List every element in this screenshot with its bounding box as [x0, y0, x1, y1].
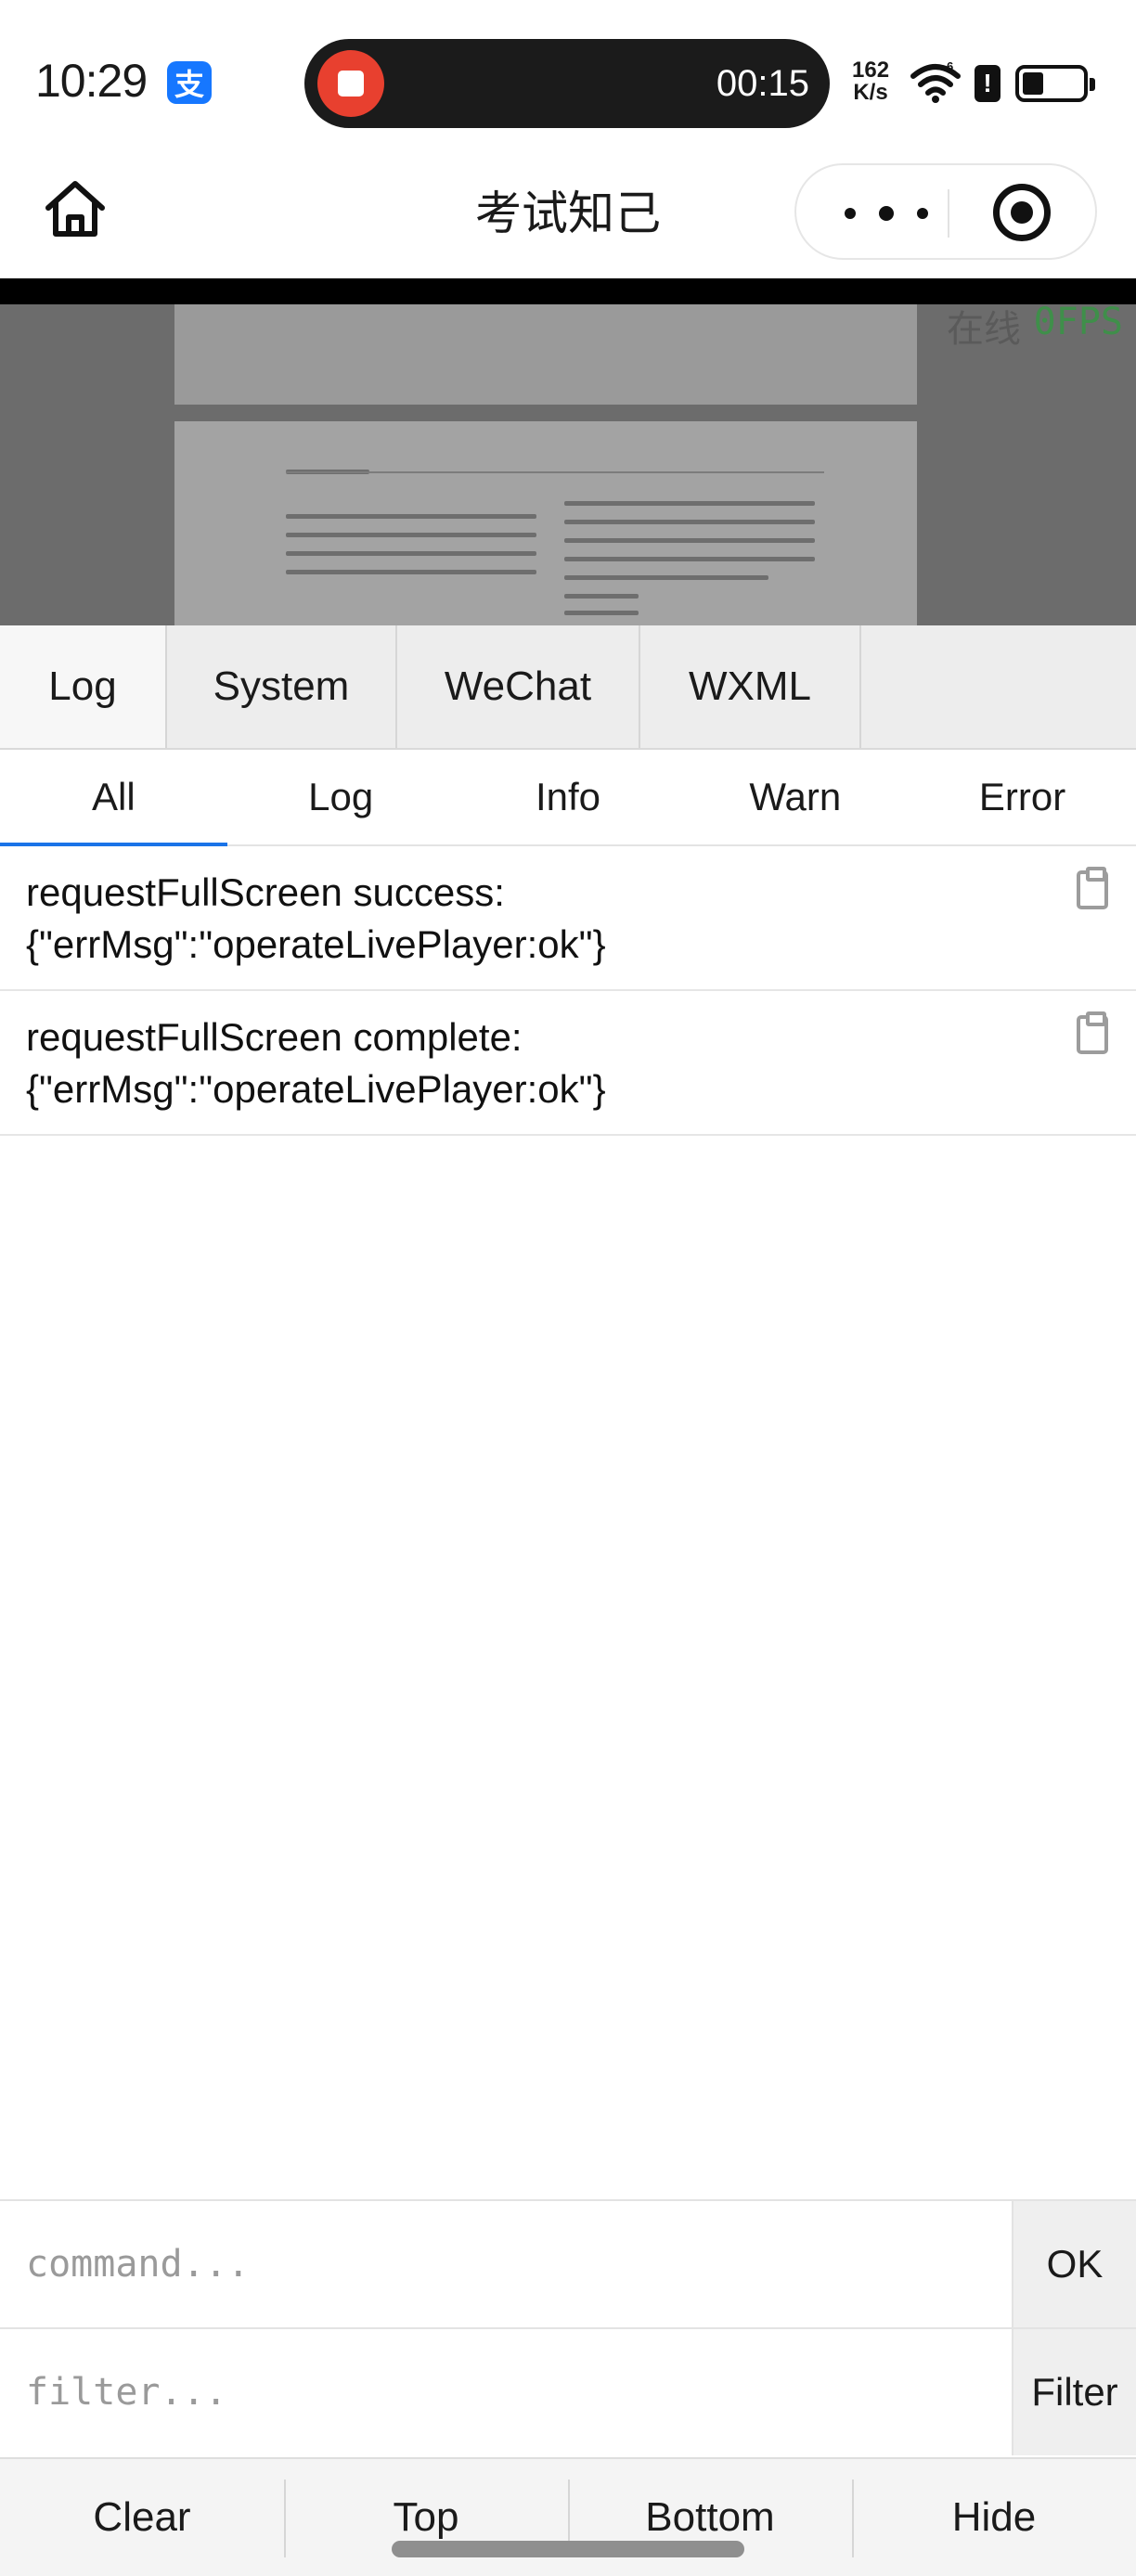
command-row: OK: [0, 2199, 1136, 2327]
filter-button[interactable]: Filter: [1012, 2329, 1136, 2455]
fps-counter: 0FPS: [1033, 304, 1123, 343]
tab-system[interactable]: System: [167, 625, 397, 748]
more-icon[interactable]: [845, 195, 928, 232]
hide-button[interactable]: Hide: [852, 2459, 1136, 2576]
navigation-bar: 考试知己: [0, 158, 1136, 278]
log-list: requestFullScreen success: {"errMsg":"op…: [0, 846, 1136, 1136]
filter-all[interactable]: All: [0, 750, 227, 846]
filter-input[interactable]: [0, 2329, 1012, 2455]
log-entry-message: requestFullScreen success:: [26, 870, 505, 914]
record-stop-icon[interactable]: [317, 50, 384, 117]
filter-error[interactable]: Error: [909, 750, 1136, 844]
top-button[interactable]: Top: [284, 2459, 568, 2576]
target-icon[interactable]: [993, 184, 1051, 241]
vconsole-tabs: Log System WeChat WXML: [0, 625, 1136, 750]
menu-capsule: [794, 163, 1097, 260]
video-top-strip: [0, 278, 1136, 304]
tab-log[interactable]: Log: [0, 625, 167, 748]
wifi-icon: 6: [910, 61, 961, 103]
filter-log[interactable]: Log: [227, 750, 455, 844]
network-speed-value: 162: [852, 58, 890, 83]
log-entry: requestFullScreen success: {"errMsg":"op…: [0, 846, 1136, 991]
online-status: 在线: [947, 309, 1021, 350]
status-bar: 10:29 支 00:15 162 K/s 6 !: [0, 0, 1136, 158]
network-speed-unit: K/s: [853, 80, 888, 105]
filter-row: Filter: [0, 2327, 1136, 2455]
copy-icon[interactable]: [1077, 1011, 1108, 1054]
filter-info[interactable]: Info: [455, 750, 682, 844]
command-ok-button[interactable]: OK: [1012, 2201, 1136, 2327]
recording-timer: 00:15: [716, 63, 809, 104]
log-entry-detail: {"errMsg":"operateLivePlayer:ok"}: [26, 922, 606, 966]
command-input[interactable]: [0, 2201, 1012, 2327]
battery-icon: [1015, 65, 1095, 102]
live-video-preview[interactable]: 在线 0FPS: [0, 304, 1136, 625]
screen-recording-pill[interactable]: 00:15: [304, 39, 830, 128]
status-time: 10:29: [35, 55, 148, 107]
alipay-icon: 支: [167, 61, 212, 104]
log-level-filter: All Log Info Warn Error: [0, 750, 1136, 846]
bottom-button[interactable]: Bottom: [568, 2459, 852, 2576]
alert-icon: !: [975, 65, 1000, 102]
document-page: [174, 421, 917, 625]
log-entry-detail: {"errMsg":"operateLivePlayer:ok"}: [26, 1067, 606, 1111]
network-speed: 162 K/s: [852, 59, 889, 104]
home-indicator[interactable]: [392, 2541, 744, 2557]
log-entry: requestFullScreen complete: {"errMsg":"o…: [0, 991, 1136, 1136]
capsule-divider: [948, 189, 949, 238]
signal-label: 6: [947, 61, 953, 73]
tab-wxml[interactable]: WXML: [640, 625, 861, 748]
tab-wechat[interactable]: WeChat: [397, 625, 640, 748]
copy-icon[interactable]: [1077, 867, 1108, 909]
filter-warn[interactable]: Warn: [681, 750, 909, 844]
vconsole-toolbar: Clear Top Bottom Hide: [0, 2457, 1136, 2576]
log-entry-message: requestFullScreen complete:: [26, 1015, 523, 1059]
clear-button[interactable]: Clear: [0, 2459, 284, 2576]
document-page-top: [174, 304, 917, 405]
